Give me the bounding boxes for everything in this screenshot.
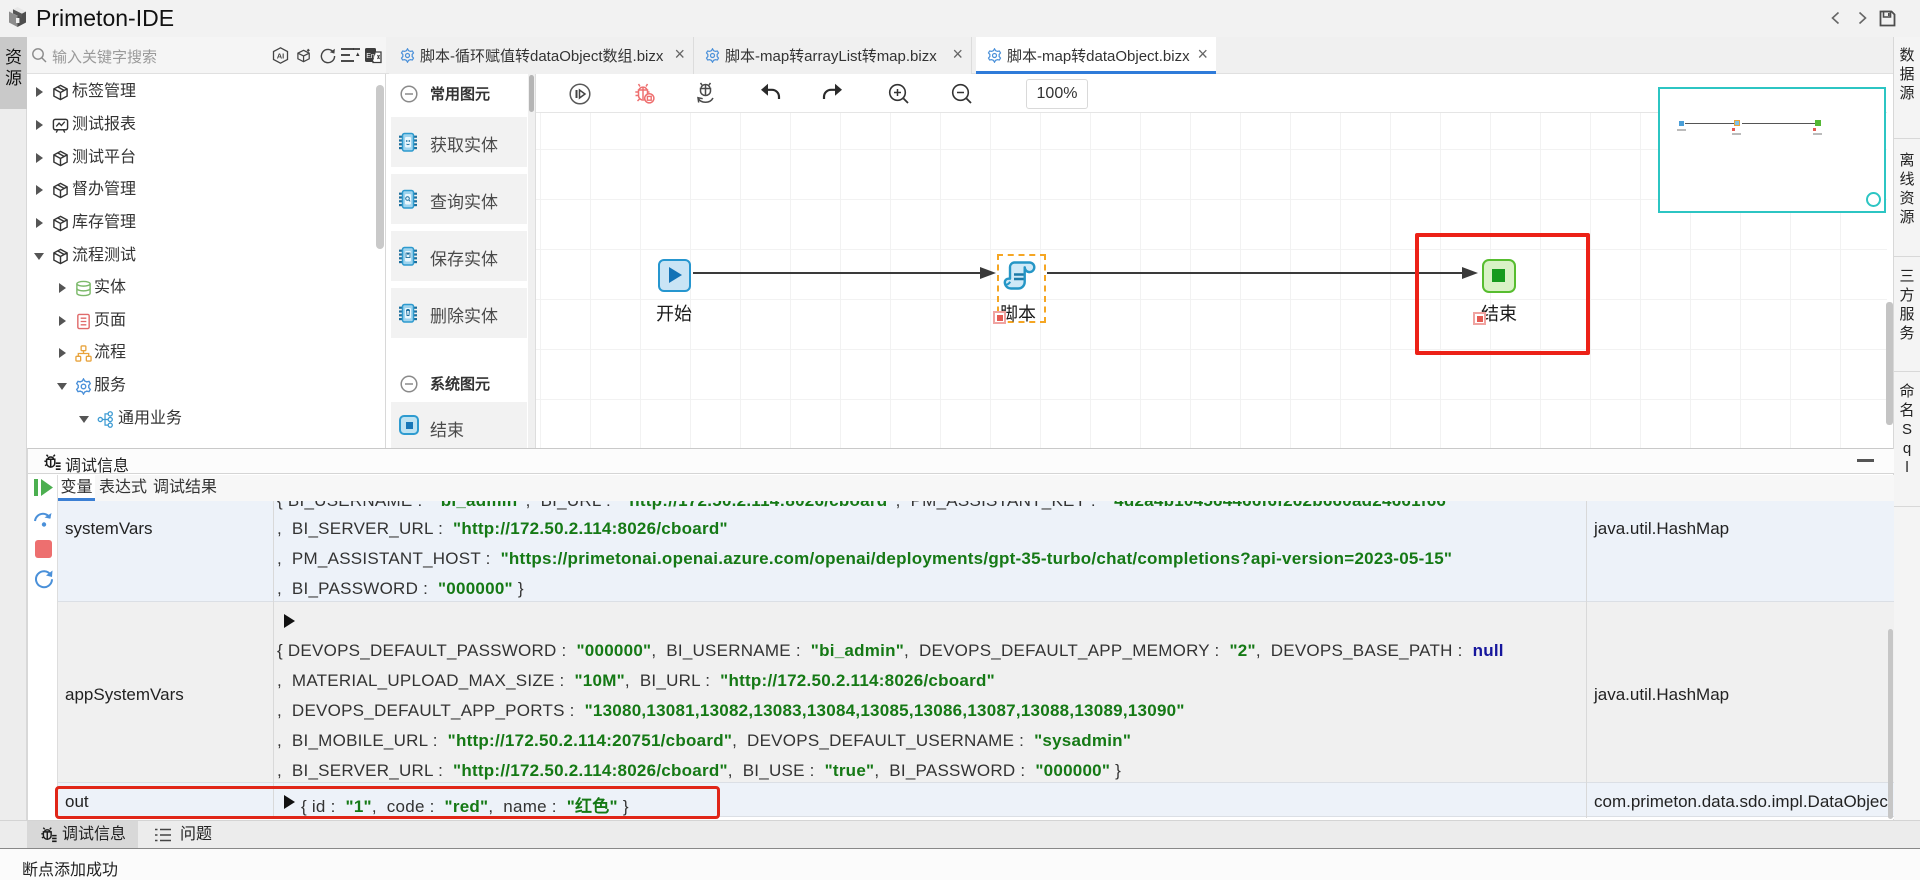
svg-text:En: En <box>366 53 375 60</box>
svg-text:AI: AI <box>277 52 285 61</box>
